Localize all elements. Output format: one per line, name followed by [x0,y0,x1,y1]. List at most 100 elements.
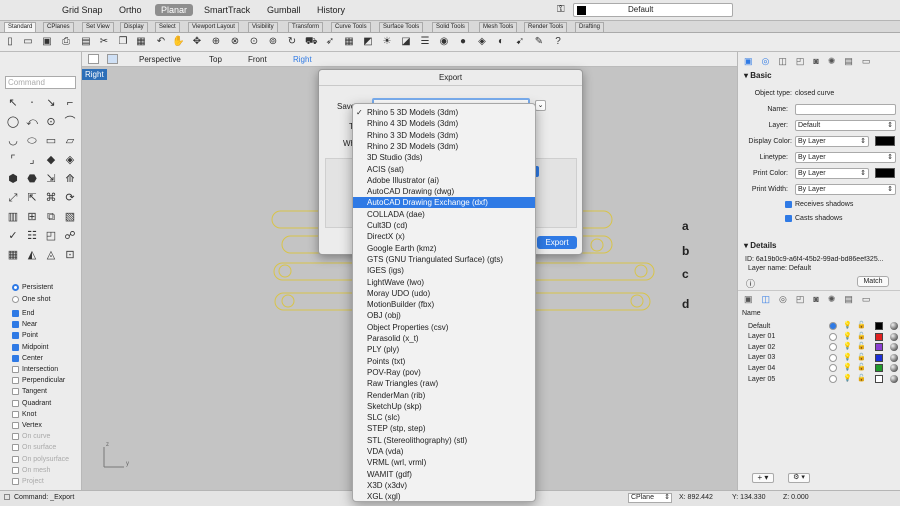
camera-tab-icon[interactable]: ◙ [813,56,818,67]
checkbox[interactable] [12,321,19,329]
layer-row[interactable]: Layer 03 [748,353,775,363]
format-option[interactable]: XGL (xgl) [353,491,535,502]
format-option[interactable]: RenderMan (rib) [353,390,535,401]
grid-icon[interactable]: ▦ [343,36,355,48]
object-tab-icon[interactable]: ◎ [762,56,770,67]
osnap-intersection[interactable]: Intersection [12,366,58,373]
gumball-toggle[interactable]: Gumball [261,4,307,16]
current-layer-radio[interactable] [829,322,837,330]
text-tool-icon[interactable]: ◭ [25,248,39,262]
layer-color-swatch[interactable] [875,364,883,373]
layer-color-swatch[interactable] [875,375,883,383]
format-option[interactable]: VDA (vda) [353,446,535,457]
linetype-select[interactable]: By Layer ⇕ [795,152,896,163]
format-option[interactable]: Parasolid (x_t) [353,333,535,344]
material-sphere-icon[interactable] [890,353,898,362]
format-option[interactable]: GTS (GNU Triangulated Surface) (gts) [353,254,535,265]
checkbox[interactable] [12,343,19,351]
layer-color-swatch[interactable] [875,353,883,362]
current-layer-radio[interactable] [829,364,837,373]
format-option[interactable]: DirectX (x) [353,231,535,242]
light-tab-icon[interactable]: ✺ [828,294,836,305]
format-option[interactable]: AutoCAD Drawing (dwg) [353,186,535,197]
add-layer-button[interactable]: + ▾ [752,473,774,483]
zoom-extents-icon[interactable]: ⊙ [248,36,260,48]
extrude-tool-icon[interactable]: ▱ [63,134,77,148]
point-tool-icon[interactable]: ⋅ [25,96,39,110]
lock-icon[interactable]: 🔓 [857,374,866,382]
checkbox[interactable] [12,478,19,485]
array-tool-icon[interactable]: ⧉ [44,210,58,224]
casts-shadows-checkbox[interactable]: Casts shadows [785,215,842,222]
visibility-bulb-icon[interactable]: 💡 [843,342,852,350]
material-sphere-icon[interactable] [890,364,898,373]
format-option[interactable]: Points (txt) [353,356,535,367]
layers-tab-icon[interactable]: ◫ [762,294,771,305]
cursor-icon[interactable]: ➹ [514,36,526,48]
print-icon[interactable]: ⎙ [60,36,72,48]
osnap-end[interactable]: End [12,310,34,317]
ortho-toggle[interactable]: Ortho [113,4,148,16]
visibility-bulb-icon[interactable]: 💡 [843,321,852,329]
format-option[interactable]: COLLADA (dae) [353,209,535,220]
import-icon[interactable]: ▤ [80,36,92,48]
format-option[interactable]: Cult3D (cd) [353,220,535,231]
osnap-perpendicular[interactable]: Perpendicular [12,377,65,385]
display-color-select[interactable]: By Layer ⇕ [795,136,869,147]
cube-tab-icon[interactable]: ◰ [796,56,805,67]
display-color-swatch[interactable] [875,136,895,146]
lock-icon[interactable]: ⚿ [557,4,565,15]
format-option[interactable]: STL (Stereolithography) (stl) [353,435,535,446]
paint-icon[interactable]: ✎ [533,36,545,48]
format-option[interactable]: X3D (x3dv) [353,480,535,491]
format-option[interactable]: LightWave (lwo) [353,277,535,288]
grid-snap-toggle[interactable]: Grid Snap [56,4,109,16]
properties-tab-icon[interactable]: ▣ [744,294,753,305]
properties-tab-icon[interactable]: ▣ [744,56,753,67]
tab-select[interactable]: Select [155,22,180,32]
single-view-icon[interactable] [88,54,99,64]
help-icon[interactable]: ? [552,36,564,48]
details-section-toggle[interactable]: ▾ Details [744,241,776,250]
save-icon[interactable]: ▣ [41,36,53,48]
checkbox[interactable] [12,410,19,418]
osnap-quadrant[interactable]: Quadrant [12,399,51,407]
tab-perspective[interactable]: Perspective [139,55,181,64]
boolean-tool-icon[interactable]: ⬢ [6,172,20,186]
material-sphere-icon[interactable] [890,322,898,330]
visibility-bulb-icon[interactable]: 💡 [843,374,852,382]
line-tool-icon[interactable]: ⌐ [63,96,77,110]
four-view-icon[interactable] [107,54,118,64]
format-option[interactable]: Raw Triangles (raw) [353,378,535,389]
checkbox[interactable] [12,399,19,407]
planar-toggle[interactable]: Planar [155,4,194,16]
tab-render-tools[interactable]: Render Tools [524,22,568,32]
osnap-project[interactable]: Project [12,478,44,485]
dimension-tool-icon[interactable]: ▦ [6,248,20,262]
checkbox[interactable] [12,433,19,441]
light-bulb-icon[interactable]: ☀ [381,36,393,48]
osnap-vertex[interactable]: Vertex [12,422,42,429]
render-icon[interactable]: ◈ [476,36,488,48]
format-option[interactable]: WAMIT (gdf) [353,469,535,480]
object-tab-icon[interactable]: ◎ [779,294,787,305]
visibility-bulb-icon[interactable]: 💡 [843,353,852,361]
tab-solid-tools[interactable]: Solid Tools [432,22,469,32]
checkbox[interactable] [12,377,19,385]
cut-icon[interactable]: ✂ [98,36,110,48]
lock-icon[interactable]: 🔓 [857,353,866,361]
export-button[interactable]: Export [537,236,577,249]
light-tab-icon[interactable]: ✺ [828,56,836,67]
format-option[interactable]: IGES (igs) [353,265,535,276]
tab-top[interactable]: Top [209,55,222,64]
cylinder-tool-icon[interactable]: ◈ [63,153,77,167]
tab-drafting[interactable]: Drafting [575,22,605,32]
snapshot-icon[interactable]: ◩ [362,36,374,48]
current-layer-radio[interactable] [829,332,837,341]
tab-front[interactable]: Front [248,55,267,64]
osnap-center[interactable]: Center [12,354,43,362]
join-tool-icon[interactable]: ⬣ [25,172,39,186]
polygon-tool-icon[interactable]: ⬭ [25,134,39,148]
checkbox[interactable] [12,455,19,463]
camera-tab-icon[interactable]: ◙ [813,294,818,305]
